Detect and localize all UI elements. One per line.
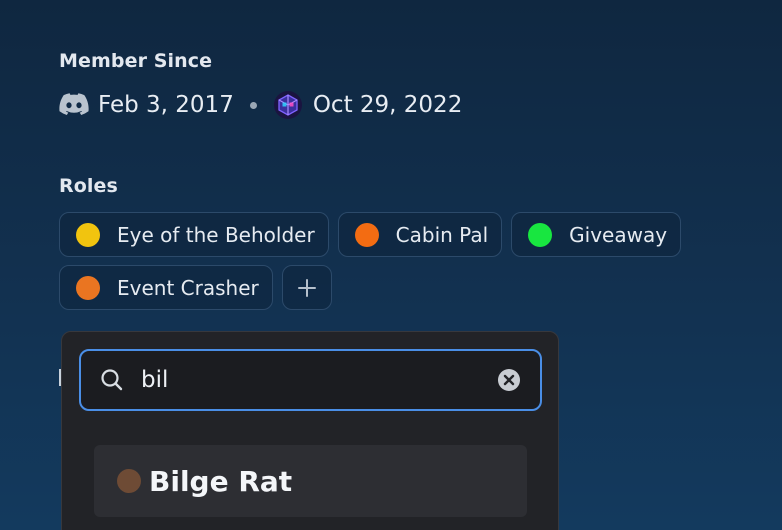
role-picker-popover: Bilge Rat	[61, 331, 559, 530]
role-pill-eye-of-the-beholder[interactable]: Eye of the Beholder	[59, 212, 329, 257]
roles-title: Roles	[59, 175, 118, 197]
role-color-dot	[528, 222, 553, 247]
roles-list: Eye of the Beholder Cabin Pal Giveaway E…	[59, 212, 719, 318]
add-role-button[interactable]	[281, 265, 332, 310]
server-join-date: Oct 29, 2022	[312, 92, 463, 118]
role-color-dot	[354, 222, 379, 247]
separator-dot	[249, 101, 257, 109]
role-color-dot	[76, 275, 100, 300]
server-icon	[273, 91, 302, 119]
member-since-row: Feb 3, 2017 Oct 29, 2022	[59, 88, 462, 122]
role-label: Cabin Pal	[395, 222, 489, 247]
search-icon	[101, 369, 123, 391]
role-label: Event Crasher	[117, 275, 259, 300]
role-color-dot	[76, 222, 100, 247]
discord-join-date: Feb 3, 2017	[98, 92, 234, 118]
role-label: Eye of the Beholder	[117, 222, 315, 247]
discord-icon	[59, 93, 89, 115]
role-search-input[interactable]	[141, 367, 497, 393]
member-since-title: Member Since	[59, 50, 213, 72]
role-result-bilge-rat[interactable]: Bilge Rat	[94, 445, 527, 517]
clear-search-icon[interactable]	[497, 368, 521, 392]
role-search-box[interactable]	[79, 349, 542, 411]
role-label: Giveaway	[569, 222, 668, 247]
role-pill-event-crasher[interactable]: Event Crasher	[59, 265, 273, 310]
role-pill-cabin-pal[interactable]: Cabin Pal	[337, 212, 503, 257]
plus-icon	[297, 278, 316, 297]
role-color-dot	[117, 469, 141, 493]
role-result-label: Bilge Rat	[149, 464, 293, 498]
role-pill-giveaway[interactable]: Giveaway	[511, 212, 682, 257]
